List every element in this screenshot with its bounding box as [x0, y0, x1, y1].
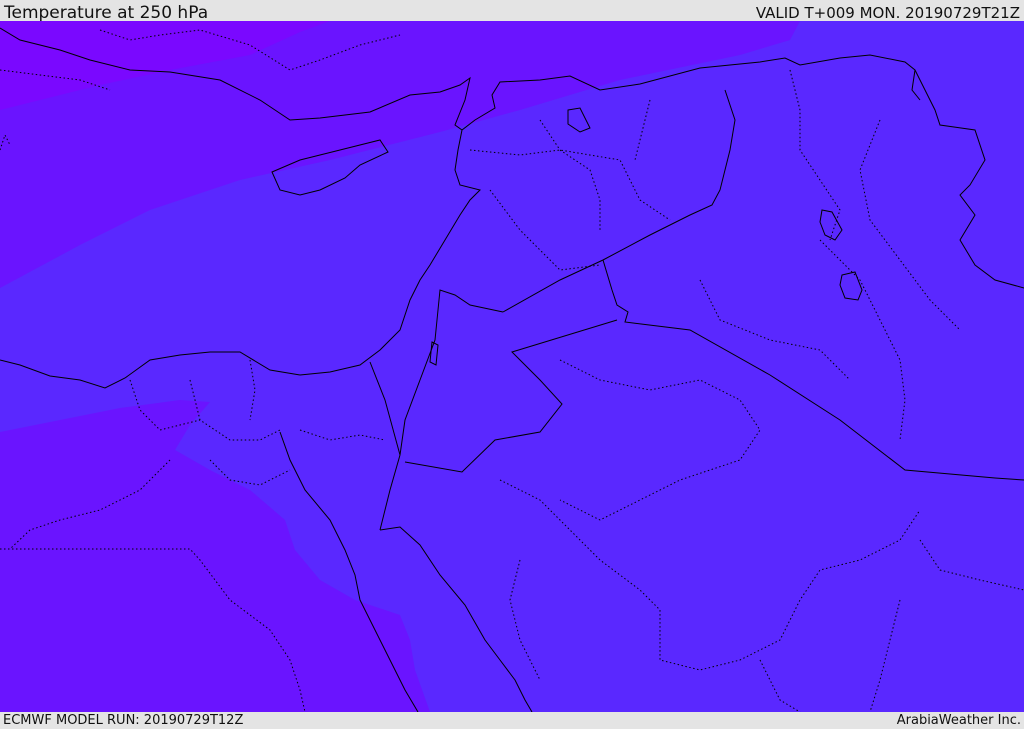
map-canvas [0, 21, 1024, 712]
footer-bar: ECMWF MODEL RUN: 20190729T12Z ArabiaWeat… [0, 712, 1024, 729]
credit-label: ArabiaWeather Inc. [896, 713, 1021, 728]
map-title: Temperature at 250 hPa [4, 3, 209, 23]
model-run-label: ECMWF MODEL RUN: 20190729T12Z [3, 713, 244, 728]
header-bar: Temperature at 250 hPa VALID T+009 MON. … [0, 0, 1024, 23]
temperature-map [0, 21, 1024, 712]
valid-time: VALID T+009 MON. 20190729T21Z [755, 4, 1020, 22]
